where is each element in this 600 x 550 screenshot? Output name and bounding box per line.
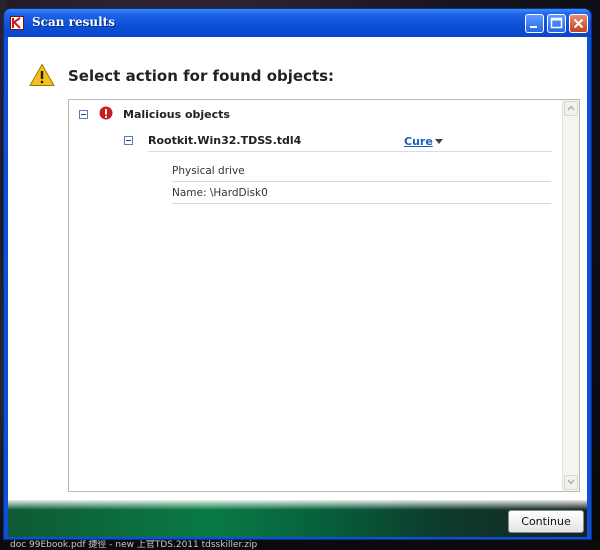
kaspersky-k-icon (10, 16, 24, 30)
chevron-down-icon (567, 479, 575, 485)
window-title: Scan results (32, 15, 115, 29)
detail-divider (172, 181, 551, 182)
action-dropdown-link[interactable]: Cure (404, 135, 433, 148)
close-icon (573, 18, 584, 29)
detail-divider (172, 203, 551, 204)
group-label-malicious: Malicious objects (123, 108, 230, 121)
chevron-down-icon[interactable] (435, 139, 443, 144)
dialog-client-area: Select action for found objects: Malicio… (8, 37, 587, 537)
threat-name: Rootkit.Win32.TDSS.tdl4 (148, 134, 302, 147)
item-divider (148, 151, 552, 152)
chevron-up-icon (567, 105, 575, 111)
scroll-up-button[interactable] (564, 101, 578, 116)
vertical-scrollbar[interactable] (562, 100, 579, 491)
close-button[interactable] (569, 14, 588, 33)
dialog-footer: Continue (8, 500, 587, 537)
error-icon (99, 106, 113, 120)
scroll-down-button[interactable] (564, 475, 578, 490)
continue-button[interactable]: Continue (508, 510, 584, 533)
detail-object-name: Name: \HardDisk0 (172, 187, 268, 199)
maximize-button[interactable] (547, 14, 566, 33)
minimize-button[interactable] (525, 14, 544, 33)
taskbar: doc 99Ebook.pdf 捷徑 - new 上官TDS.2011 tdss… (0, 540, 600, 550)
dialog-header: Select action for found objects: (8, 37, 587, 99)
dialog-heading: Select action for found objects: (68, 67, 335, 85)
title-bar[interactable]: Scan results (4, 9, 591, 37)
collapse-item-toggle[interactable] (124, 136, 133, 145)
minimize-icon (530, 26, 537, 28)
taskbar-items-text[interactable]: doc 99Ebook.pdf 捷徑 - new 上官TDS.2011 tdss… (10, 540, 257, 550)
warning-icon (29, 63, 55, 86)
detail-object-type: Physical drive (172, 165, 245, 177)
scan-results-window: Scan results Select action for found obj… (3, 8, 592, 540)
maximize-icon (550, 17, 563, 29)
found-objects-list: Malicious objects Rootkit.Win32.TDSS.tdl… (68, 99, 580, 492)
collapse-group-toggle[interactable] (79, 110, 88, 119)
